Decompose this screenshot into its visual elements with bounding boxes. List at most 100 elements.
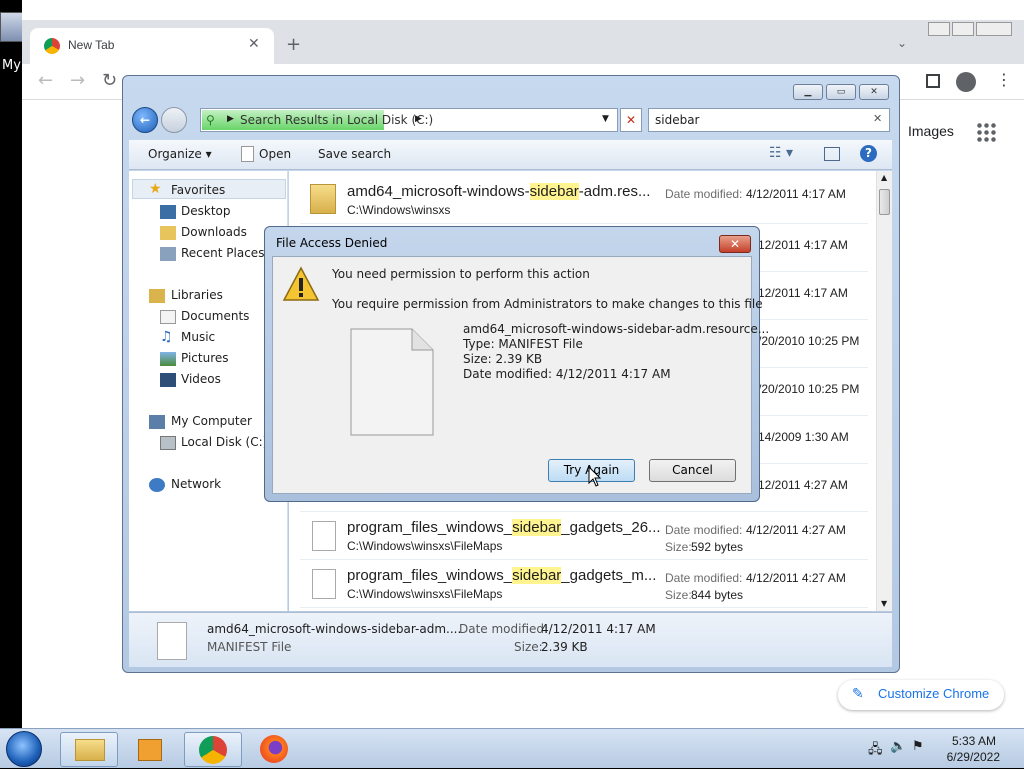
chrome-logo-icon <box>44 38 60 54</box>
stop-search-icon[interactable]: ✕ <box>620 108 642 132</box>
reload-icon[interactable]: ↻ <box>102 70 117 91</box>
back-icon[interactable]: ← <box>38 70 53 91</box>
tab-search-icon[interactable]: ⌄ <box>897 36 907 50</box>
nav-recent-places[interactable]: Recent Places <box>181 246 264 260</box>
nav-local-disk[interactable]: Local Disk (C:) <box>181 435 267 449</box>
chrome-menu-icon[interactable]: ⋮ <box>996 70 1012 89</box>
date-modified-value: 4/12/2011 4:27 AM <box>746 523 846 537</box>
nav-favorites[interactable]: Favorites <box>171 183 225 197</box>
preview-pane-icon[interactable] <box>824 147 840 161</box>
details-file-type: MANIFEST File <box>207 640 292 654</box>
file-row[interactable]: amd64_microsoft-windows-sidebar-adm.res.… <box>300 176 868 224</box>
nav-downloads[interactable]: Downloads <box>181 225 247 239</box>
organize-label: Organize <box>148 147 202 161</box>
file-name: program_files_windows_sidebar_gadgets_26… <box>347 519 661 536</box>
dialog-message: You require permission from Administrato… <box>332 297 763 311</box>
scroll-thumb[interactable] <box>879 189 890 215</box>
desktop-computer-icon[interactable] <box>0 12 24 42</box>
new-tab-icon[interactable]: + <box>286 34 301 55</box>
desktop-icon-label: My <box>2 58 21 73</box>
help-icon[interactable]: ? <box>860 145 877 162</box>
explorer-back-icon[interactable]: ← <box>132 107 158 133</box>
search-input[interactable]: sidebar ✕ <box>648 108 890 132</box>
date-fragment: 14/2009 1:30 AM <box>758 430 849 444</box>
open-button[interactable]: Open <box>259 147 291 161</box>
tab-new-tab[interactable]: New Tab ✕ <box>30 28 274 64</box>
date-modified-label: Date modified: <box>665 523 743 537</box>
breadcrumb-arrow-icon[interactable]: ▶ <box>227 114 234 124</box>
save-search-button[interactable]: Save search <box>318 147 391 161</box>
taskbar-firefox-button[interactable] <box>246 732 304 767</box>
nav-pictures[interactable]: Pictures <box>181 351 229 365</box>
address-dropdown-icon[interactable]: ▼ <box>602 114 609 124</box>
chrome-maximize-button[interactable] <box>952 22 974 36</box>
profile-avatar-icon[interactable] <box>956 72 976 92</box>
tab-close-icon[interactable]: ✕ <box>248 36 260 52</box>
cancel-button[interactable]: Cancel <box>649 459 736 482</box>
date-modified-value: 4/12/2011 4:17 AM <box>746 187 846 201</box>
date-fragment: 12/2011 4:17 AM <box>758 238 848 252</box>
nav-my-computer[interactable]: My Computer <box>171 414 252 428</box>
clock-time[interactable]: 5:33 AM <box>952 734 996 748</box>
start-button[interactable] <box>6 731 42 767</box>
side-panel-icon[interactable] <box>926 74 940 88</box>
music-icon: ♫ <box>160 329 173 345</box>
nav-documents[interactable]: Documents <box>181 309 249 323</box>
address-breadcrumb[interactable]: Search Results in Local Disk (C:) <box>240 113 433 127</box>
file-list-scrollbar[interactable]: ▲ ▼ <box>876 171 892 611</box>
date-fragment: /20/2010 10:25 PM <box>758 382 860 396</box>
clock-date[interactable]: 6/29/2022 <box>947 750 1000 764</box>
file-name: amd64_microsoft-windows-sidebar-adm.res.… <box>347 183 651 200</box>
star-icon: ★ <box>149 181 162 197</box>
file-path: C:\Windows\winsxs\FileMaps <box>347 539 503 553</box>
warning-icon <box>282 266 320 301</box>
nav-network[interactable]: Network <box>171 477 221 491</box>
explorer-forward-icon[interactable] <box>161 107 187 133</box>
recent-places-icon <box>160 247 176 261</box>
taskbar-explorer-button[interactable] <box>60 732 118 767</box>
details-date-value: 4/12/2011 4:17 AM <box>541 622 656 636</box>
nav-desktop[interactable]: Desktop <box>181 204 231 218</box>
size-label: Size: <box>665 540 692 554</box>
computer-icon <box>149 415 165 429</box>
taskbar-media-player-button[interactable] <box>122 732 180 767</box>
nav-videos[interactable]: Videos <box>181 372 221 386</box>
forward-icon[interactable]: → <box>70 70 85 91</box>
chrome-icon <box>199 736 227 764</box>
change-view-icon[interactable]: ☷ ▾ <box>769 145 793 161</box>
details-pane: amd64_microsoft-windows-sidebar-adm.... … <box>129 612 892 667</box>
size-value: 844 bytes <box>691 588 744 602</box>
action-center-flag-icon[interactable]: ⚑ <box>912 739 924 754</box>
scroll-down-icon[interactable]: ▼ <box>881 599 887 608</box>
volume-icon[interactable]: 🔈 <box>890 739 906 754</box>
mouse-cursor-icon <box>588 466 602 487</box>
details-file-name: amd64_microsoft-windows-sidebar-adm.... <box>207 622 462 636</box>
taskbar-chrome-button[interactable] <box>184 732 242 767</box>
file-path: C:\Windows\winsxs <box>347 203 451 217</box>
explorer-minimize-button[interactable]: ▁ <box>793 84 823 100</box>
nav-music[interactable]: Music <box>181 330 215 344</box>
date-modified-label: Date modified: <box>665 571 743 585</box>
dialog-close-button[interactable]: ✕ <box>719 235 751 253</box>
chrome-minimize-button[interactable] <box>928 22 950 36</box>
explorer-maximize-button[interactable]: ▭ <box>826 84 856 100</box>
desktop-icon <box>160 205 176 219</box>
chrome-top-area <box>128 0 896 20</box>
downloads-folder-icon <box>160 226 176 240</box>
nav-libraries[interactable]: Libraries <box>171 288 223 302</box>
file-row[interactable]: program_files_windows_sidebar_gadgets_m.… <box>300 560 868 608</box>
pictures-icon <box>160 352 176 366</box>
folder-icon <box>75 739 105 761</box>
apps-grid-icon[interactable] <box>976 122 996 142</box>
clear-search-icon[interactable]: ✕ <box>873 112 882 125</box>
organize-button[interactable]: Organize ▾ <box>148 147 212 161</box>
scroll-up-icon[interactable]: ▲ <box>881 173 887 182</box>
dialog-file-size: Size: 2.39 KB <box>463 352 543 366</box>
explorer-close-button[interactable]: ✕ <box>859 84 889 100</box>
breadcrumb-arrow-icon[interactable]: ▶ <box>415 114 422 124</box>
images-link[interactable]: Images <box>908 123 954 139</box>
file-row[interactable]: program_files_windows_sidebar_gadgets_26… <box>300 512 868 560</box>
chrome-close-button[interactable] <box>976 22 1012 36</box>
customize-chrome-button[interactable]: ✎ Customize Chrome <box>838 680 1004 710</box>
network-tray-icon[interactable]: 🖧 <box>868 740 883 762</box>
